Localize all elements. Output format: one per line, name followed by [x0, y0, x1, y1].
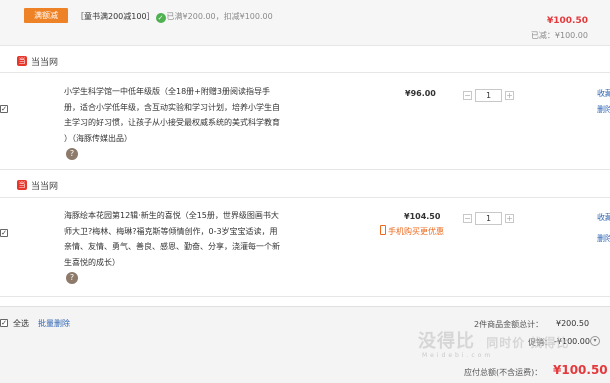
cart-item: 小学生科学馆一中低年级版（全18册+附赠3册阅读指导手册，适合小学低年级，含互动…: [0, 72, 610, 170]
gift-icon[interactable]: ?: [66, 148, 78, 160]
favorite-link[interactable]: 收藏: [597, 212, 610, 223]
mobile-promo-link[interactable]: 手机购买更优惠: [380, 225, 444, 237]
item-checkbox[interactable]: [0, 229, 8, 237]
select-all-checkbox[interactable]: [0, 319, 8, 327]
store-logo-icon: 当: [17, 180, 27, 190]
pay-total-label: 应付总额(不含运费)：: [464, 368, 543, 377]
item-title[interactable]: 小学生科学馆一中低年级版（全18册+附赠3册阅读指导手册，适合小学低年级，含互动…: [64, 84, 282, 146]
watermark-main: 没得比: [418, 331, 475, 352]
cart-item: 海豚绘本花园第12辑·新生的喜悦（全15册，世界级图画书大师大卫?梅林、梅琳?福…: [0, 197, 610, 297]
batch-delete-link[interactable]: 批量删除: [38, 318, 70, 329]
delete-link[interactable]: 删除: [597, 233, 610, 244]
store-name[interactable]: 当当网: [31, 179, 58, 192]
promo-done: 已满¥200.00，扣减¥100.00: [166, 12, 273, 21]
delete-link[interactable]: 删除: [597, 104, 610, 115]
phone-icon: [380, 225, 386, 235]
favorite-link[interactable]: 收藏: [597, 88, 610, 99]
qty-increase-button[interactable]: +: [505, 214, 514, 223]
item-title[interactable]: 海豚绘本花园第12辑·新生的喜悦（全15册，世界级图画书大师大卫?梅林、梅琳?福…: [64, 208, 282, 270]
promo-rule: ［童书满200减100］: [76, 12, 155, 21]
pay-total-value: ¥100.50: [553, 363, 608, 377]
store-logo-icon: 当: [17, 56, 27, 66]
watermark-slogan: 同时价 找得比: [486, 336, 570, 350]
store-header: 当 当当网: [0, 50, 610, 72]
store-header: 当 当当网: [0, 175, 610, 197]
select-all-label[interactable]: 全选: [13, 318, 29, 329]
promo-total: ¥100.50: [547, 16, 588, 26]
store-name[interactable]: 当当网: [31, 55, 58, 68]
quantity-stepper: − 1 +: [463, 212, 514, 225]
promo-saved: 已减：¥100.00: [530, 31, 588, 40]
mobile-promo-text: 手机购买更优惠: [388, 227, 444, 236]
promo-tag: 满额减: [24, 8, 68, 23]
qty-decrease-button[interactable]: −: [463, 91, 472, 100]
qty-input[interactable]: 1: [475, 89, 502, 102]
promo-text: ［童书满200减100］ ✓ 已满¥200.00，扣减¥100.00: [76, 11, 273, 23]
gift-icon[interactable]: ?: [66, 272, 78, 284]
item-price: ¥104.50: [404, 212, 441, 221]
check-icon: ✓: [155, 13, 166, 23]
quantity-stepper: − 1 +: [463, 89, 514, 102]
qty-decrease-button[interactable]: −: [463, 214, 472, 223]
promo-bar: 满额减 ［童书满200减100］ ✓ 已满¥200.00，扣减¥100.00 ¥10…: [0, 0, 610, 46]
qty-increase-button[interactable]: +: [505, 91, 514, 100]
watermark-logo: 没得比 同时价 找得比: [418, 327, 569, 353]
watermark-site: Meidebi.com: [422, 352, 494, 359]
item-checkbox[interactable]: [0, 105, 8, 113]
item-price: ¥96.00: [405, 89, 436, 98]
qty-input[interactable]: 1: [475, 212, 502, 225]
chevron-down-icon[interactable]: ▾: [590, 336, 600, 346]
